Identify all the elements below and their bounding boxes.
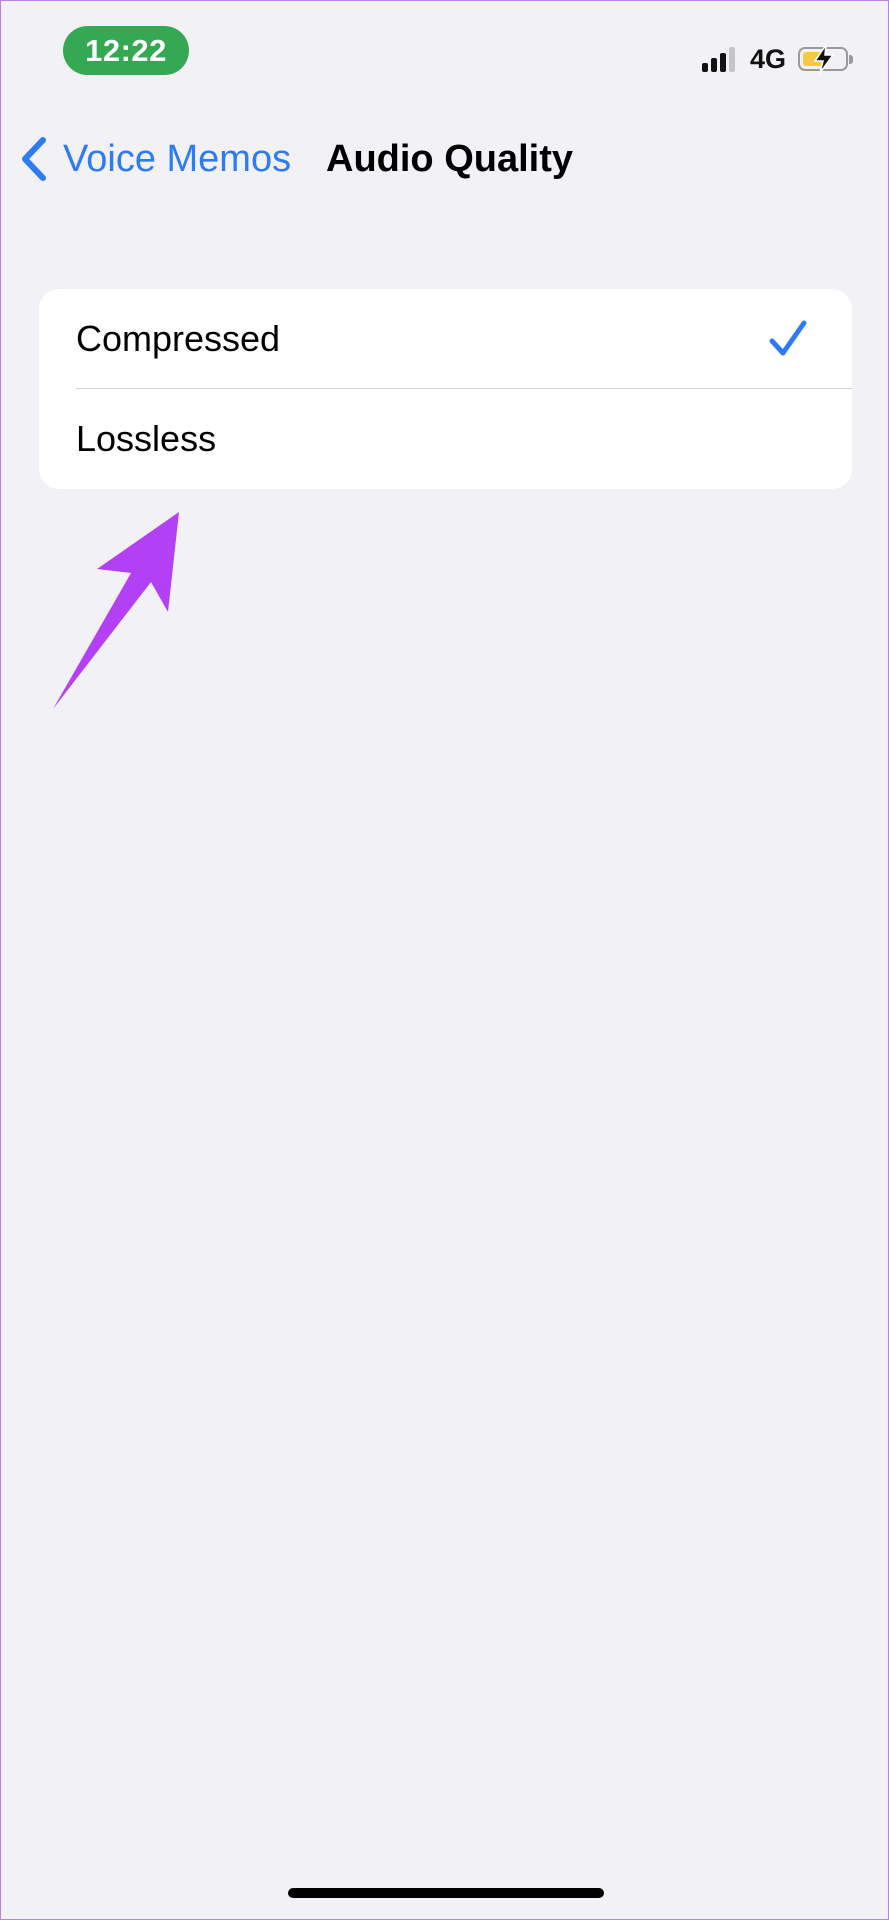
- option-label: Compressed: [76, 318, 281, 359]
- back-button[interactable]: Voice Memos: [19, 131, 291, 187]
- time-pill[interactable]: 12:22: [63, 26, 189, 75]
- option-lossless[interactable]: Lossless: [39, 389, 852, 489]
- cellular-signal-icon: [701, 46, 738, 72]
- option-compressed[interactable]: Compressed: [39, 289, 852, 389]
- pointer-arrow-icon: [53, 512, 179, 709]
- back-button-label: Voice Memos: [63, 137, 292, 180]
- home-indicator[interactable]: [288, 1888, 604, 1898]
- status-icons: 4G: [701, 43, 853, 75]
- chevron-left-icon: [22, 137, 46, 181]
- screen: 12:22 4G Voice Memos Audio Quality Compr…: [0, 0, 889, 1920]
- page-title: Audio Quality: [326, 138, 573, 180]
- audio-quality-options: Compressed Lossless: [39, 289, 852, 489]
- option-label: Lossless: [76, 418, 217, 459]
- checkmark-icon: [769, 320, 807, 356]
- navigation-bar: Voice Memos Audio Quality: [1, 131, 888, 187]
- network-type: 4G: [749, 43, 786, 74]
- status-time: 12:22: [85, 32, 167, 68]
- battery-charging-icon: [798, 44, 853, 74]
